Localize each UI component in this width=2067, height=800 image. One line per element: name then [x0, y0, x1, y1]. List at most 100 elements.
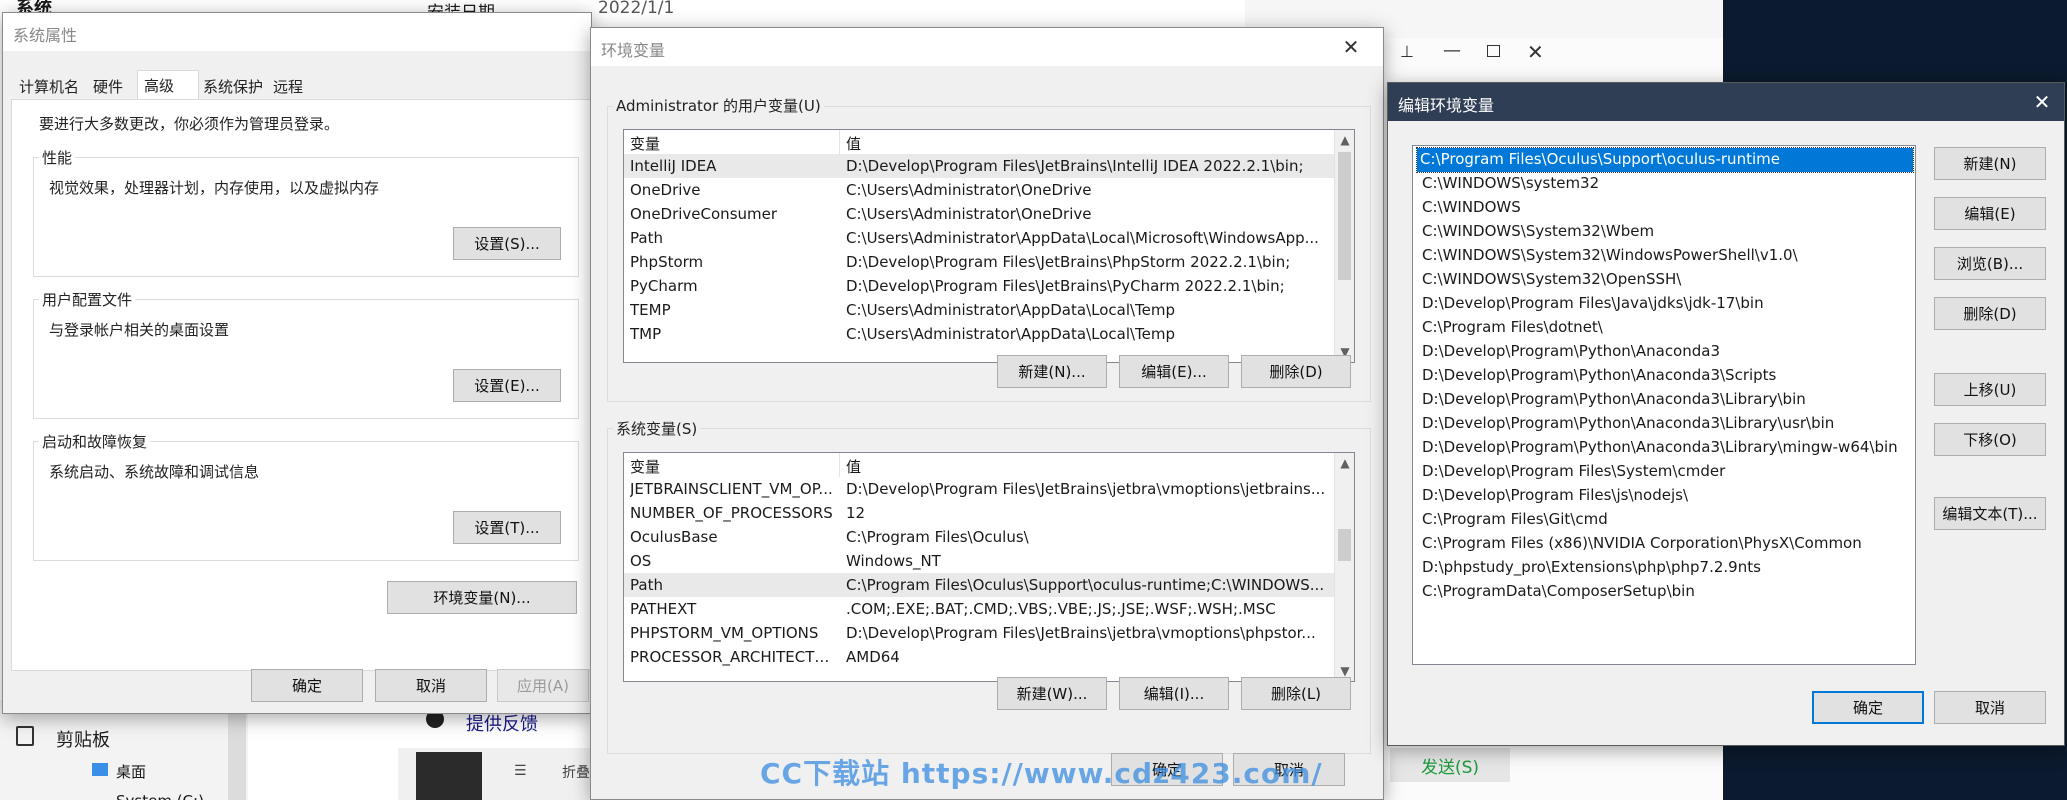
clipboard-label[interactable]: 剪贴板 [56, 726, 110, 752]
user-var-row[interactable]: IntelliJ IDEA D:\Develop\Program Files\Je… [624, 154, 1336, 178]
tab-remote[interactable]: 远程 [267, 73, 309, 100]
col-value[interactable]: 值 [846, 133, 861, 154]
path-move-up-button[interactable]: 上移(U) [1934, 373, 2046, 406]
maximize-icon[interactable] [1487, 45, 1500, 57]
path-item[interactable]: D:\Develop\Program\Python\Anaconda3\Libr… [1419, 388, 1809, 412]
scroll-up-icon[interactable]: ▲ [1335, 130, 1354, 150]
sysprops-ok-button[interactable]: 确定 [251, 669, 363, 702]
path-item[interactable]: C:\Program Files\Git\cmd [1419, 508, 1611, 532]
startup-recovery-desc: 系统启动、系统故障和调试信息 [49, 463, 260, 481]
tab-computer-name[interactable]: 计算机名 [13, 73, 85, 100]
header-divider [839, 453, 840, 477]
path-item[interactable]: C:\Program Files (x86)\NVIDIA Corporatio… [1419, 532, 1865, 556]
sys-var-row[interactable]: PATHEXT .COM;.EXE;.BAT;.CMD;.VBS;.VBE;.JS… [624, 597, 1336, 621]
send-button[interactable]: 发送(S) [1390, 748, 1510, 782]
path-item[interactable]: D:\Develop\Program Files\js\nodejs\ [1419, 484, 1691, 508]
sys-var-row[interactable]: PROCESSOR_ARCHITECTURE AMD64 [624, 645, 1336, 669]
path-item[interactable]: C:\WINDOWS\system32 [1419, 172, 1602, 196]
path-item[interactable]: D:\Develop\Program\Python\Anaconda3\Libr… [1419, 412, 1837, 436]
performance-desc: 视觉效果，处理器计划，内存使用，以及虚拟内存 [49, 179, 380, 197]
path-item[interactable]: D:\Develop\Program Files\System\cmder [1419, 460, 1728, 484]
path-item[interactable]: D:\Develop\Program\Python\Anaconda3\Libr… [1419, 436, 1901, 460]
user-var-row[interactable]: Path C:\Users\Administrator\AppData\Local… [624, 226, 1336, 250]
sys-edit-button[interactable]: 编辑(I)... [1119, 677, 1229, 710]
edit-env-cancel-button[interactable]: 取消 [1934, 691, 2046, 724]
performance-settings-button[interactable]: 设置(S)... [453, 227, 561, 260]
path-item[interactable]: C:\WINDOWS\System32\OpenSSH\ [1419, 268, 1684, 292]
path-item[interactable]: D:\phpstudy_pro\Extensions\php\php7.2.9n… [1419, 556, 1764, 580]
drive-label[interactable]: System (C:) [116, 792, 204, 800]
sys-new-button[interactable]: 新建(W)... [997, 677, 1107, 710]
sys-delete-button[interactable]: 删除(L) [1241, 677, 1351, 710]
pin-icon[interactable]: ⊥ [1400, 42, 1414, 61]
sys-vars-scrollbar[interactable]: ▲ ▼ [1334, 453, 1354, 681]
edit-env-close-icon[interactable]: ✕ [2022, 87, 2062, 117]
env-close-icon[interactable]: ✕ [1331, 32, 1371, 62]
env-titlebar: 环境变量 ✕ [591, 28, 1383, 66]
close-icon[interactable]: ✕ [1527, 40, 1544, 64]
user-var-row[interactable]: OneDriveConsumer C:\Users\Administrator\O… [624, 202, 1336, 226]
admin-note: 要进行大多数更改，你必须作为管理员登录。 [39, 115, 340, 133]
scroll-up-icon[interactable]: ▲ [1335, 453, 1354, 473]
tab-hardware[interactable]: 硬件 [87, 73, 129, 100]
system-properties-title: 系统属性 [13, 26, 78, 45]
edit-env-ok-button[interactable]: 确定 [1812, 691, 1924, 724]
system-properties-titlebar: 系统属性 [3, 13, 591, 51]
user-new-button[interactable]: 新建(N)... [997, 355, 1107, 388]
sysprops-apply-button[interactable]: 应用(A) [497, 669, 589, 702]
sysprops-cancel-button[interactable]: 取消 [375, 669, 487, 702]
path-item[interactable]: D:\Develop\Program\Python\Anaconda3 [1419, 340, 1723, 364]
path-item[interactable]: C:\WINDOWS\System32\Wbem [1419, 220, 1657, 244]
user-edit-button[interactable]: 编辑(E)... [1119, 355, 1229, 388]
fold-label[interactable]: 折叠 [562, 762, 590, 782]
path-item[interactable]: C:\Program Files\dotnet\ [1419, 316, 1606, 340]
col-variable[interactable]: 变量 [630, 456, 660, 477]
sys-var-row[interactable]: OculusBase C:\Program Files\Oculus\ [624, 525, 1336, 549]
tab-system-protection[interactable]: 系统保护 [197, 73, 269, 100]
edit-env-window: 编辑环境变量 ✕ C:\Program Files\Oculus\Support… [1387, 82, 2065, 746]
path-item[interactable]: C:\WINDOWS\System32\WindowsPowerShell\v1… [1419, 244, 1801, 268]
user-delete-button[interactable]: 删除(D) [1241, 355, 1351, 388]
path-move-down-button[interactable]: 下移(O) [1934, 423, 2046, 456]
path-item[interactable]: C:\ProgramData\ComposerSetup\bin [1419, 580, 1698, 604]
user-vars-list[interactable]: 变量 值 IntelliJ IDEA D:\Develop\Program Fil… [623, 129, 1355, 363]
sys-var-row[interactable]: PHPSTORM_VM_OPTIONS D:\Develop\Program Fi… [624, 621, 1336, 645]
sys-var-row[interactable]: NUMBER_OF_PROCESSORS 12 [624, 501, 1336, 525]
path-new-button[interactable]: 新建(N) [1934, 147, 2046, 180]
path-browse-button[interactable]: 浏览(B)... [1934, 247, 2046, 280]
user-var-row[interactable]: PyCharm D:\Develop\Program Files\JetBrain… [624, 274, 1336, 298]
tab-advanced[interactable]: 高级 [137, 70, 199, 100]
path-item[interactable]: D:\Develop\Program Files\Java\jdks\jdk-1… [1419, 292, 1767, 316]
col-value[interactable]: 值 [846, 456, 861, 477]
sys-var-row[interactable]: Path C:\Program Files\Oculus\Support\ocul… [624, 573, 1336, 597]
user-var-row[interactable]: TMP C:\Users\Administrator\AppData\Local\… [624, 322, 1336, 346]
user-vars-scrollbar[interactable]: ▲ ▼ [1334, 130, 1354, 362]
user-var-row[interactable]: OneDrive C:\Users\Administrator\OneDrive [624, 178, 1336, 202]
path-delete-button[interactable]: 删除(D) [1934, 297, 2046, 330]
scroll-thumb[interactable] [1338, 529, 1351, 561]
explorer-scrollbar[interactable] [228, 700, 246, 800]
col-variable[interactable]: 变量 [630, 133, 660, 154]
sys-var-row[interactable]: OS Windows_NT [624, 549, 1336, 573]
startup-recovery-settings-button[interactable]: 设置(T)... [453, 511, 561, 544]
minimize-icon[interactable]: — [1443, 40, 1461, 61]
user-vars-label: Administrator 的用户变量(U) [613, 95, 824, 116]
path-list[interactable]: C:\Program Files\Oculus\Support\oculus-r… [1412, 145, 1916, 665]
path-edit-button[interactable]: 编辑(E) [1934, 197, 2046, 230]
user-var-row[interactable]: TEMP C:\Users\Administrator\AppData\Local… [624, 298, 1336, 322]
sys-vars-list[interactable]: 变量 值 JETBRAINSCLIENT_VM_OP... D:\Develop\… [623, 452, 1355, 682]
performance-label: 性能 [39, 147, 76, 168]
desktop-label[interactable]: 桌面 [116, 761, 146, 782]
sys-var-row[interactable]: JETBRAINSCLIENT_VM_OP... D:\Develop\Progr… [624, 477, 1336, 501]
user-profile-settings-button[interactable]: 设置(E)... [453, 369, 561, 402]
hamburger-button[interactable] [416, 752, 482, 800]
path-item[interactable]: D:\Develop\Program\Python\Anaconda3\Scri… [1419, 364, 1779, 388]
env-title: 环境变量 [601, 41, 666, 60]
fold-icon: ☰ [514, 763, 527, 779]
path-edit-text-button[interactable]: 编辑文本(T)... [1934, 497, 2046, 530]
environment-variables-button[interactable]: 环境变量(N)... [387, 581, 577, 614]
path-item[interactable]: C:\Program Files\Oculus\Support\oculus-r… [1416, 147, 1914, 173]
user-var-row[interactable]: PhpStorm D:\Develop\Program Files\JetBrai… [624, 250, 1336, 274]
path-item[interactable]: C:\WINDOWS [1419, 196, 1524, 220]
scroll-thumb[interactable] [1338, 152, 1351, 280]
